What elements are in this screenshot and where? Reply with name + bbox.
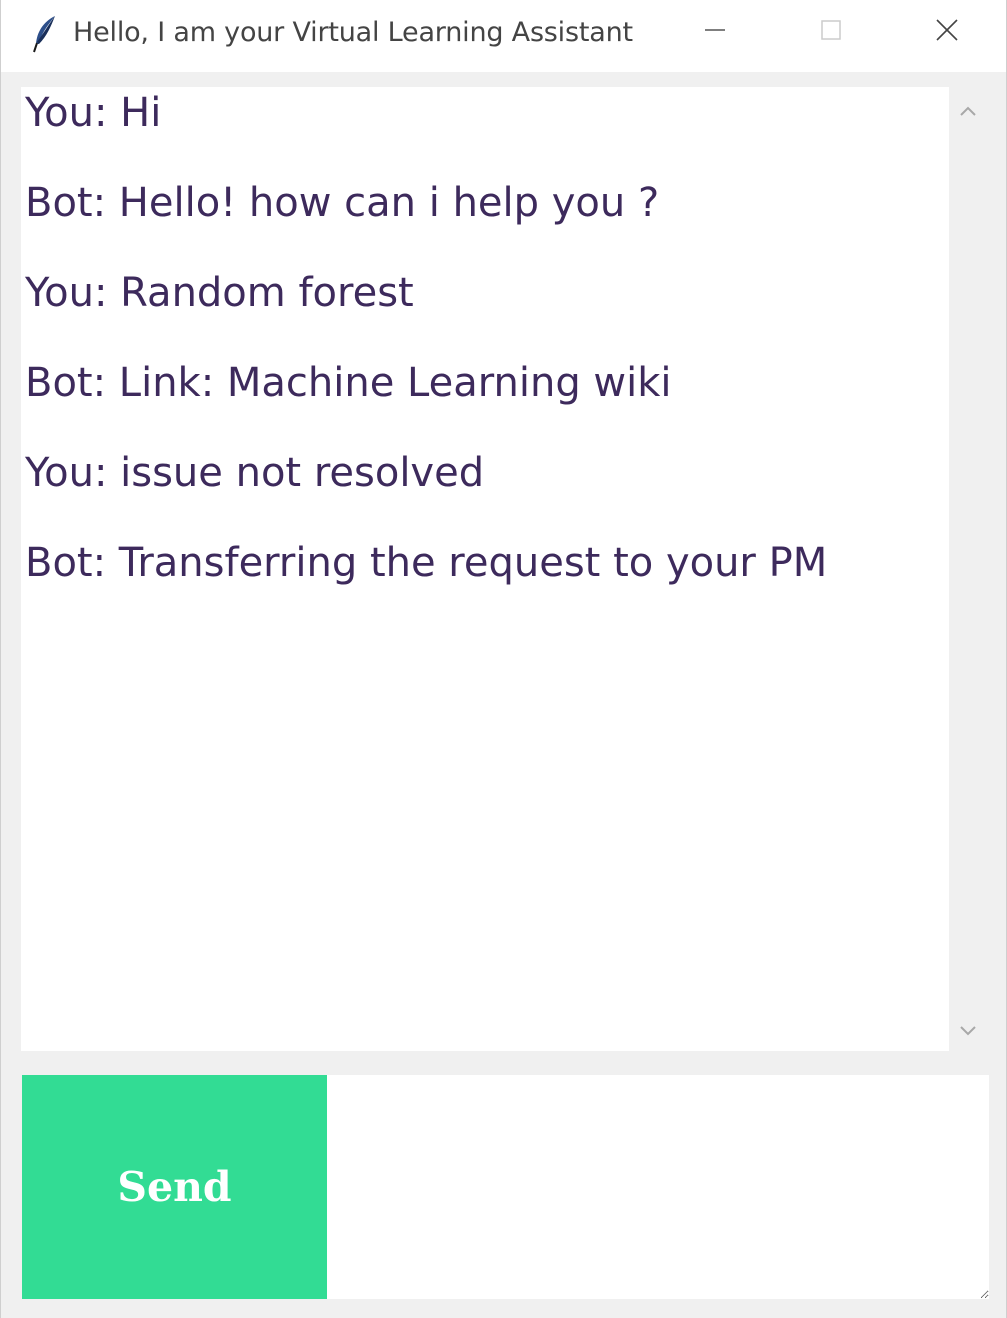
app-window: Hello, I am your Virtual Learning Assist… <box>0 0 1007 1318</box>
close-button[interactable] <box>889 0 1005 64</box>
window-title: Hello, I am your Virtual Learning Assist… <box>73 17 633 48</box>
chat-message: Bot: Hello! how can i help you ? <box>25 180 660 226</box>
maximize-button[interactable] <box>773 0 889 64</box>
send-button[interactable]: Send <box>22 1075 327 1299</box>
minimize-button[interactable] <box>657 0 773 64</box>
message-input[interactable] <box>327 1075 989 1299</box>
scroll-down-icon[interactable] <box>958 1021 978 1041</box>
chat-message: Bot: Transferring the request to your PM <box>25 540 828 586</box>
chat-message: You: Hi <box>25 90 162 136</box>
close-icon <box>935 18 959 46</box>
minimize-icon <box>704 19 726 45</box>
chat-message: Bot: Link: Machine Learning wiki <box>25 360 672 406</box>
chat-scrollbar[interactable] <box>949 87 987 1051</box>
maximize-icon <box>820 19 842 45</box>
feather-icon <box>31 14 59 54</box>
scroll-up-icon[interactable] <box>958 101 978 121</box>
send-button-label: Send <box>117 1163 232 1211</box>
chat-message: You: Random forest <box>25 270 414 316</box>
chat-log[interactable]: You: Hi Bot: Hello! how can i help you ?… <box>21 87 949 1051</box>
title-bar[interactable]: Hello, I am your Virtual Learning Assist… <box>1 0 1006 72</box>
chat-message: You: issue not resolved <box>25 450 485 496</box>
